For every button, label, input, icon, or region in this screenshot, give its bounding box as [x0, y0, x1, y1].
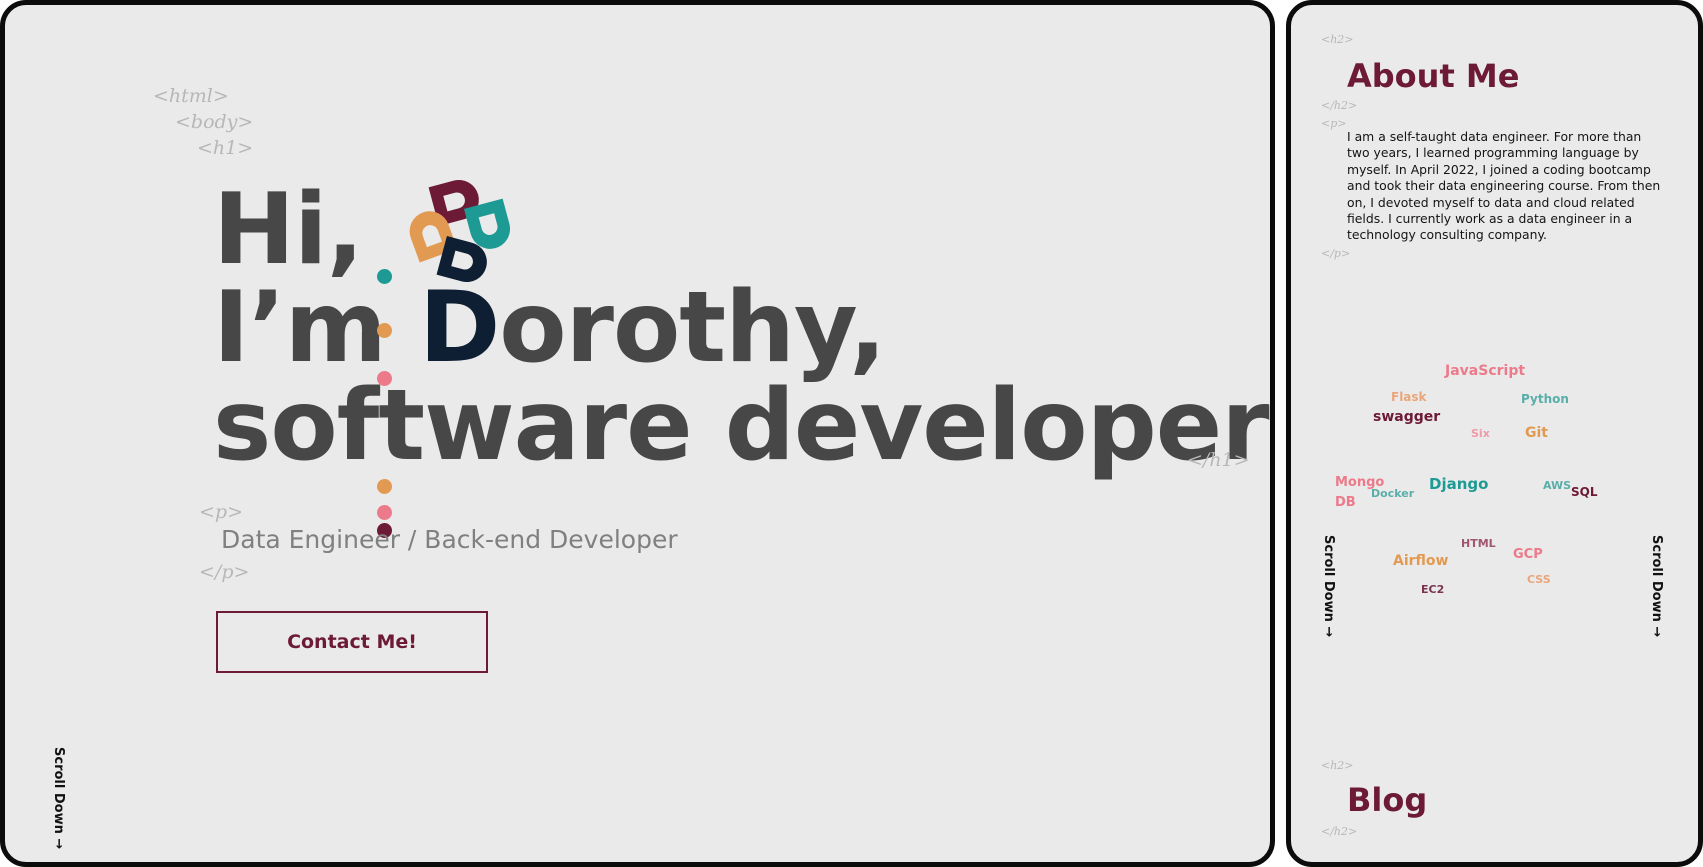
h2-open-tag: <h2> [1321, 759, 1354, 772]
about-title: About Me [1347, 57, 1520, 95]
blog-title: Blog [1347, 781, 1428, 819]
p-open-tag: <p> [1321, 117, 1347, 130]
scroll-down-link-left[interactable]: Scroll Down → [1321, 535, 1336, 637]
hero-section: <html> <body> <h1> Hi, I’m Dorothy, soft… [0, 0, 1275, 867]
skill-tag: GCP [1513, 547, 1543, 562]
skill-tag: JavaScript [1445, 363, 1526, 379]
scroll-down-link-right[interactable]: Scroll Down → [1649, 535, 1664, 637]
p-close-tag: </p> [199, 561, 250, 583]
side-section: <h2> About Me </h2> <p> I am a self-taug… [1286, 0, 1703, 867]
skill-tag: DB [1335, 495, 1356, 510]
headline-name-initial: D [418, 271, 500, 385]
skill-tag: Git [1525, 425, 1548, 441]
skill-tag: SQL [1571, 485, 1598, 499]
headline-role: software developer [213, 369, 1270, 483]
skill-tag: Flask [1391, 390, 1427, 404]
about-body-text: I am a self-taught data engineer. For mo… [1347, 129, 1661, 243]
headline-name-rest: orothy, [499, 271, 886, 385]
skill-tag: Airflow [1393, 553, 1449, 569]
skill-tag: AWS [1543, 479, 1572, 492]
h1-close-tag: </h1> [1187, 449, 1250, 471]
h2-open-tag: <h2> [1321, 33, 1354, 46]
decor-dot [377, 323, 392, 338]
subtitle: Data Engineer / Back-end Developer [221, 525, 678, 554]
decor-dot [377, 269, 392, 284]
h1-open-tag: <h1> [197, 137, 254, 159]
decor-dot [377, 371, 392, 386]
scroll-down-link[interactable]: Scroll Down → [51, 747, 66, 849]
decor-dot [377, 505, 392, 520]
skill-tag: Docker [1371, 487, 1415, 500]
headline-greeting: Hi, [213, 173, 364, 287]
skill-tag: swagger [1373, 409, 1441, 425]
h2-close-tag: </h2> [1321, 825, 1358, 838]
skill-tag: Python [1521, 392, 1569, 406]
headline-name: I’m Dorothy, [213, 271, 886, 385]
contact-me-button[interactable]: Contact Me! [216, 611, 488, 673]
body-open-tag: <body> [175, 111, 254, 133]
h2-close-tag: </h2> [1321, 99, 1358, 112]
p-close-tag: </p> [1321, 247, 1351, 260]
p-open-tag: <p> [199, 501, 244, 523]
decor-dot [377, 479, 392, 494]
skill-tag: CSS [1527, 573, 1551, 586]
html-open-tag: <html> [153, 85, 229, 107]
skill-tag: EC2 [1421, 583, 1445, 596]
skill-tag: Six [1471, 427, 1490, 440]
skill-tag: HTML [1461, 537, 1496, 550]
skill-tag: Django [1429, 475, 1489, 493]
